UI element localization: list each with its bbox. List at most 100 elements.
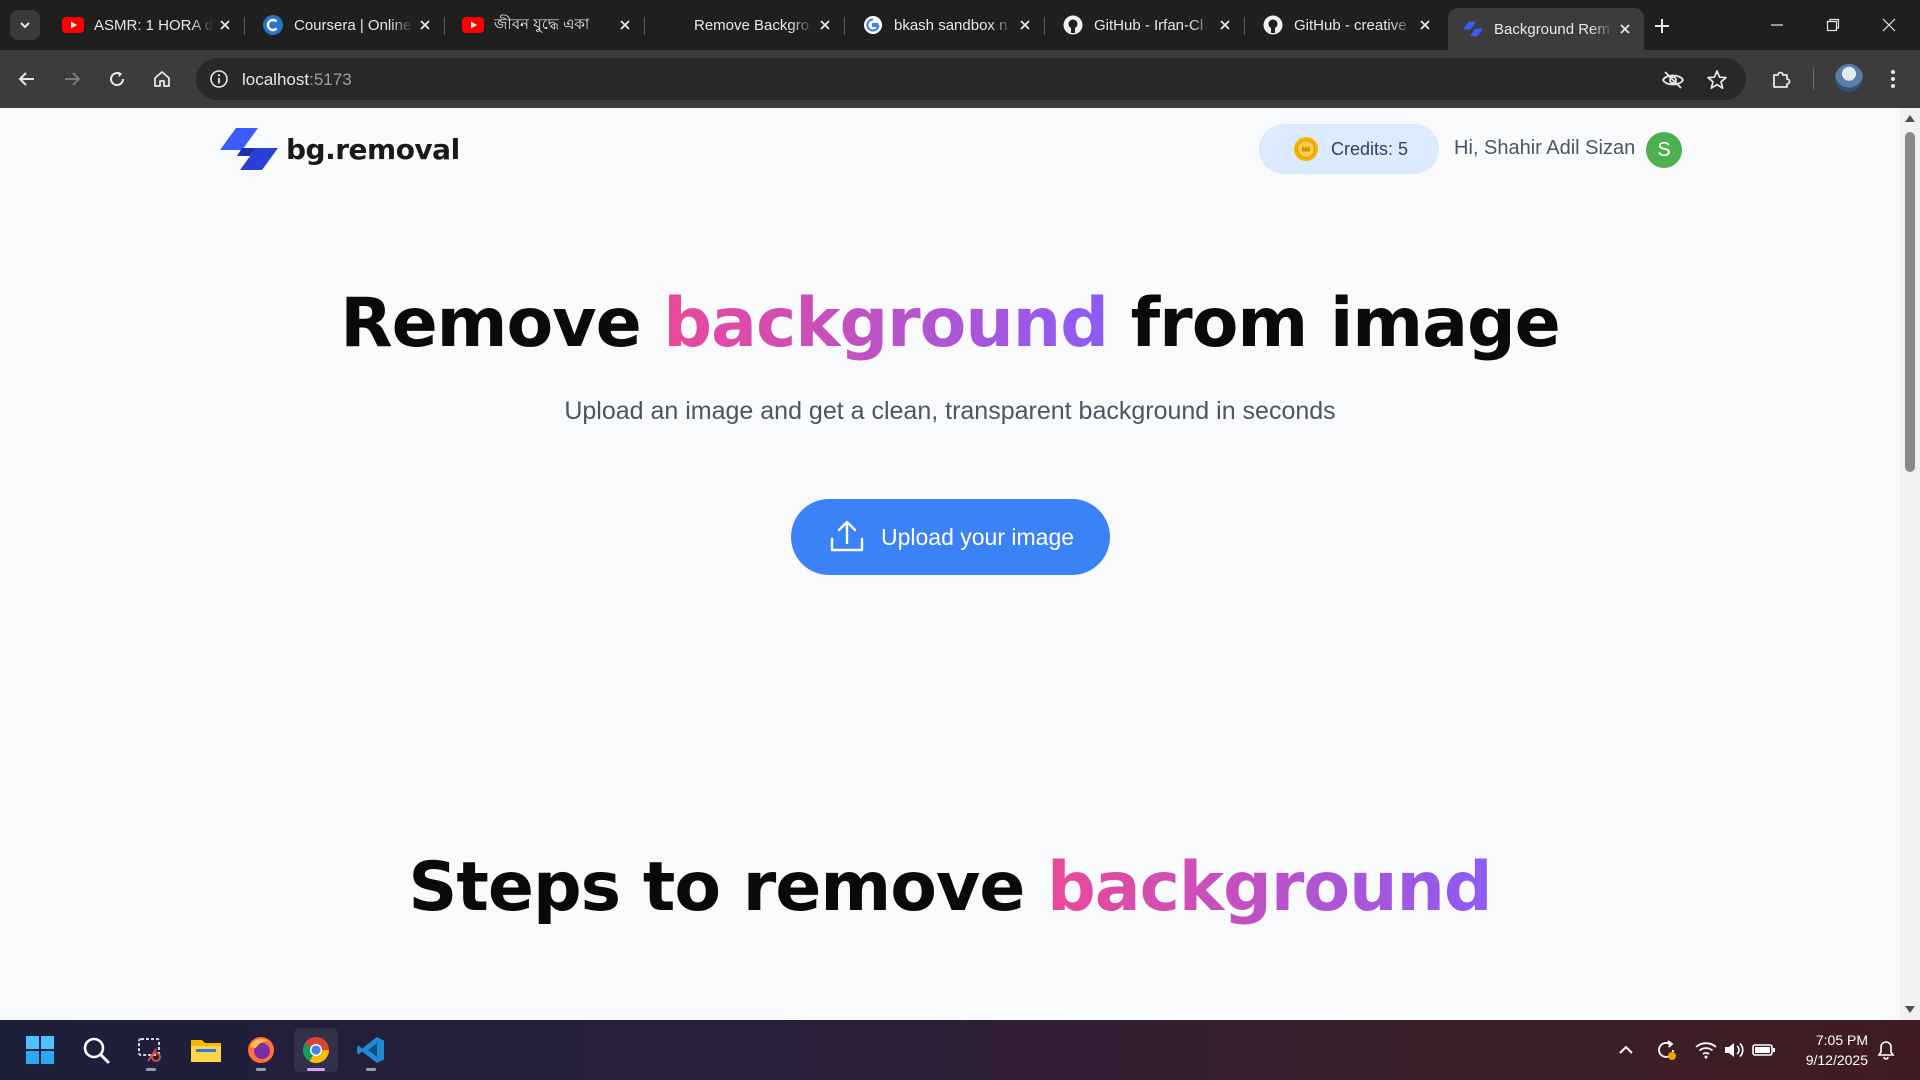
- notifications-icon[interactable]: [1874, 1038, 1898, 1062]
- search-icon: [83, 1037, 110, 1064]
- browser-tab-active[interactable]: Background Rem: [1448, 8, 1644, 50]
- tab-search-button[interactable]: [10, 10, 40, 40]
- browser-tab[interactable]: Coursera | Online: [248, 8, 445, 42]
- system-clock[interactable]: 7:05 PM 9/12/2025: [1790, 1030, 1868, 1070]
- tab-close-icon[interactable]: [1014, 14, 1036, 36]
- logo-text: bg.removal: [286, 132, 460, 166]
- user-avatar[interactable]: S: [1646, 132, 1682, 168]
- coin-icon: [1294, 137, 1318, 161]
- more-vertical-icon: [1891, 70, 1895, 88]
- site-logo[interactable]: bg.removal: [220, 128, 460, 170]
- battery-icon[interactable]: [1752, 1038, 1776, 1062]
- reload-button[interactable]: [102, 64, 132, 94]
- google-icon: [862, 14, 884, 36]
- extensions-button[interactable]: [1766, 64, 1796, 94]
- bg-removal-icon: [1462, 18, 1484, 40]
- restore-button[interactable]: [1805, 0, 1861, 50]
- browser-tabstrip: ASMR: 1 HORA de Coursera | Online জীবন য…: [0, 0, 1920, 50]
- tray-overflow-chevron-icon[interactable]: [1614, 1038, 1638, 1062]
- start-button[interactable]: [18, 1028, 62, 1072]
- home-button[interactable]: [147, 64, 177, 94]
- blank-favicon: [662, 14, 684, 36]
- tab-title: bkash sandbox n: [894, 16, 1008, 34]
- close-window-button[interactable]: [1861, 0, 1917, 50]
- steps-title-part1: Steps to remove: [408, 848, 1048, 927]
- browser-tab[interactable]: Remove Backgro: [648, 8, 845, 42]
- hero-title-part2: from image: [1107, 284, 1561, 363]
- tab-separator: [1044, 17, 1045, 35]
- running-indicator: [366, 1068, 376, 1071]
- browser-tab[interactable]: bkash sandbox n: [848, 8, 1045, 42]
- scroll-down-icon[interactable]: [1904, 1004, 1916, 1016]
- tab-title: জীবন যুদ্ধে একা: [494, 15, 590, 33]
- chevron-down-icon: [20, 22, 30, 29]
- minimize-button[interactable]: [1749, 0, 1805, 50]
- coursera-icon: [262, 14, 284, 36]
- hero-subtitle: Upload an image and get a clean, transpa…: [564, 397, 1336, 425]
- windows-taskbar: 7:05 PM 9/12/2025: [0, 1020, 1920, 1080]
- github-icon: [1062, 14, 1084, 36]
- browser-tab[interactable]: ASMR: 1 HORA de: [48, 8, 245, 42]
- hero-title-part1: Remove: [340, 284, 664, 363]
- bookmark-star-icon[interactable]: [1704, 67, 1730, 93]
- address-bar[interactable]: localhost:5173: [196, 58, 1746, 100]
- tab-close-icon[interactable]: [814, 14, 836, 36]
- url-host: localhost: [242, 70, 310, 89]
- steps-title: Steps to remove background: [0, 848, 1900, 927]
- upload-image-button[interactable]: Upload your image: [791, 499, 1110, 575]
- logo-mark-icon: [220, 128, 278, 170]
- tab-close-icon[interactable]: [214, 14, 236, 36]
- taskbar-chrome[interactable]: [294, 1028, 338, 1072]
- taskbar-vscode[interactable]: [349, 1028, 393, 1072]
- credits-badge[interactable]: Credits: 5: [1259, 124, 1439, 174]
- toolbar-divider: [1813, 68, 1814, 90]
- tab-close-icon[interactable]: [414, 14, 436, 36]
- taskbar-file-explorer[interactable]: [184, 1028, 228, 1072]
- upload-button-label: Upload your image: [880, 523, 1075, 550]
- browser-tab[interactable]: GitHub - Irfan-Cl: [1048, 8, 1245, 42]
- tab-close-icon[interactable]: [614, 14, 636, 36]
- forward-button[interactable]: [57, 64, 87, 94]
- tab-separator: [244, 17, 245, 35]
- running-indicator: [146, 1068, 156, 1071]
- snipping-tool-icon: [138, 1038, 161, 1062]
- wifi-icon[interactable]: [1694, 1038, 1718, 1062]
- url-port: :5173: [309, 70, 352, 89]
- taskbar-snipping-tool[interactable]: [129, 1028, 173, 1072]
- browser-tab[interactable]: জীবন যুদ্ধে একা: [448, 8, 645, 42]
- firefox-icon: [248, 1037, 274, 1063]
- running-indicator: [307, 1068, 325, 1071]
- chrome-icon: [302, 1037, 330, 1064]
- browser-menu-button[interactable]: [1878, 64, 1908, 94]
- taskbar-firefox[interactable]: [239, 1028, 283, 1072]
- restore-icon: [1826, 18, 1840, 32]
- tab-close-icon[interactable]: [1614, 18, 1636, 40]
- tab-close-icon[interactable]: [1414, 14, 1436, 36]
- hero-title-highlight: background: [663, 284, 1109, 363]
- new-tab-button[interactable]: [1648, 12, 1676, 40]
- site-info-icon[interactable]: [206, 66, 232, 92]
- page-content: bg.removal Credits: 5 Hi, Shahir Adil Si…: [0, 108, 1900, 1020]
- eye-off-icon[interactable]: [1660, 67, 1686, 93]
- tab-close-icon[interactable]: [1214, 14, 1236, 36]
- credits-label: Credits: 5: [1331, 138, 1409, 159]
- file-explorer-icon: [191, 1040, 221, 1062]
- page-scrollbar[interactable]: [1900, 108, 1920, 1020]
- github-icon: [1262, 14, 1284, 36]
- windows-start-icon: [26, 1036, 54, 1064]
- address-url[interactable]: localhost:5173: [242, 70, 352, 90]
- tab-title: Background Rem: [1494, 20, 1610, 38]
- browser-tab[interactable]: GitHub - creative: [1248, 8, 1444, 42]
- tab-title: Coursera | Online: [294, 16, 412, 34]
- arrow-left-icon: [18, 72, 34, 86]
- scroll-up-icon[interactable]: [1904, 112, 1916, 124]
- running-indicator: [256, 1068, 266, 1071]
- sync-icon[interactable]: [1654, 1038, 1678, 1062]
- tab-separator: [444, 17, 445, 35]
- scrollbar-thumb[interactable]: [1905, 132, 1915, 472]
- volume-icon[interactable]: [1722, 1038, 1746, 1062]
- vscode-icon: [357, 1037, 384, 1063]
- taskbar-search-button[interactable]: [74, 1028, 118, 1072]
- profile-avatar[interactable]: [1835, 64, 1863, 92]
- back-button[interactable]: [12, 64, 42, 94]
